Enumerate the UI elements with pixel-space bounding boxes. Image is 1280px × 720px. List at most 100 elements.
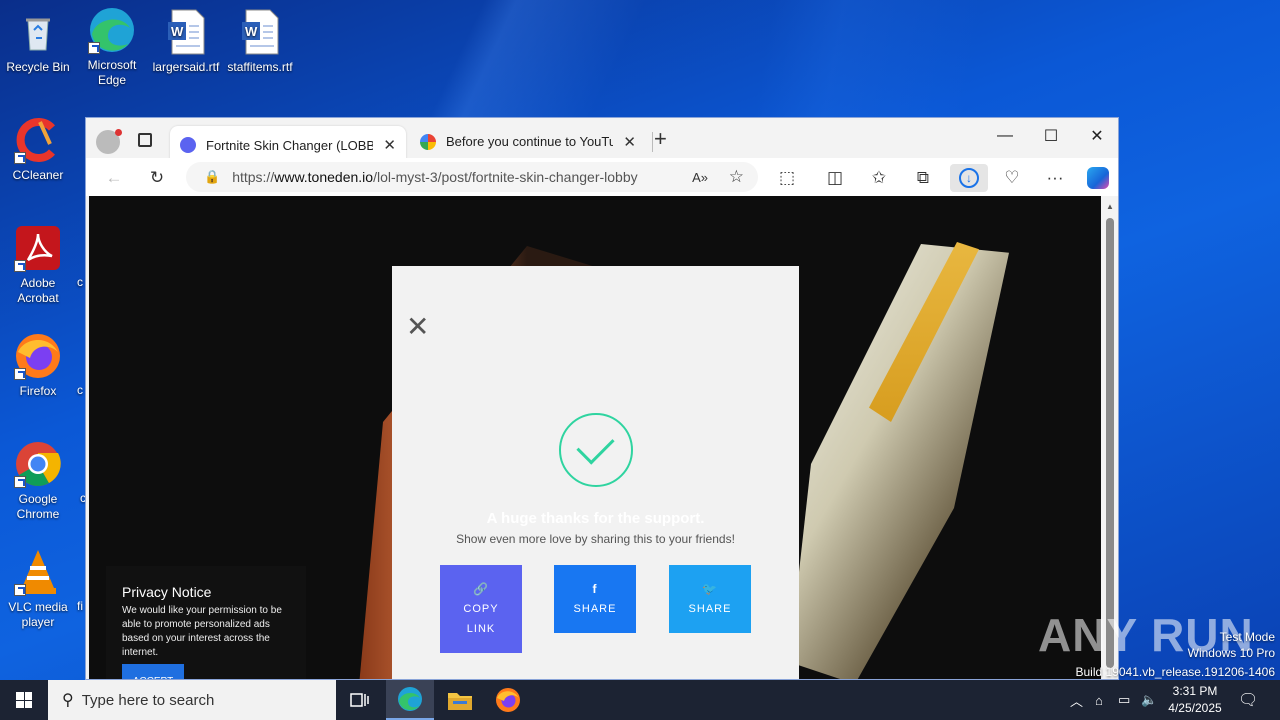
split-screen-icon[interactable]: ◫ (820, 164, 850, 192)
downloads-icon[interactable]: ↓ (950, 164, 988, 192)
icon-label: VLC media player (8, 600, 68, 629)
extensions-icon[interactable]: ⬚ (772, 164, 802, 192)
desktop-icon-firefox[interactable]: Firefox (0, 332, 76, 399)
facebook-icon: f (592, 582, 598, 596)
watermark-line: Build 19041.vb_release.191206-1406 (1075, 665, 1276, 679)
cut-off-label: c (77, 275, 83, 289)
url-path: /lol-myst-3/post/fortnite-skin-changer-l… (373, 169, 638, 185)
new-tab-button[interactable]: + (654, 126, 667, 152)
clock-time: 3:31 PM (1172, 684, 1218, 698)
taskbar: ⚲ Type here to search ︿ ⌂ ▭ 🔈 3:31 PM 4/… (0, 680, 1280, 720)
tab-close-icon[interactable]: ✕ (383, 136, 396, 154)
toneden-favicon-icon (180, 137, 196, 153)
facebook-share-button[interactable]: f SHARE (554, 565, 636, 633)
collections-icon[interactable]: ⧉ (908, 164, 938, 192)
address-bar[interactable]: 🔒 https://www.toneden.io/lol-myst-3/post… (186, 162, 758, 192)
favorites-icon[interactable]: ✩ (864, 164, 894, 192)
back-arrow-icon[interactable]: ← (99, 164, 129, 192)
browser-essentials-icon[interactable]: ♡ (997, 164, 1027, 192)
favorite-star-icon[interactable]: ☆ (729, 167, 744, 187)
url-host: www.toneden.io (274, 169, 374, 185)
icon-label: staffitems.rtf (227, 60, 293, 74)
button-label: SHARE (573, 603, 617, 615)
browser-toolbar: ← ↻ 🔒 https://www.toneden.io/lol-myst-3/… (86, 158, 1118, 196)
checkmark-circle-icon (559, 413, 633, 487)
show-hidden-icons[interactable]: ︿ (1070, 680, 1083, 720)
task-view-button[interactable] (336, 680, 384, 720)
edge-icon (398, 687, 422, 711)
page-content: ✕ A huge thanks for the support. Show ev… (89, 196, 1101, 679)
firefox-icon (496, 688, 520, 712)
read-aloud-icon[interactable]: A» (692, 170, 708, 185)
desktop-icon-chrome[interactable]: Google Chrome (0, 440, 76, 522)
tab-close-icon[interactable]: ✕ (623, 133, 636, 151)
edge-icon (88, 6, 136, 54)
tab-actions-icon[interactable] (138, 133, 152, 147)
accept-button[interactable]: ACCEPT (122, 664, 184, 679)
search-placeholder: Type here to search (81, 691, 215, 709)
privacy-notice: Privacy Notice We would like your permis… (106, 566, 306, 679)
link-icon: 🔗 (473, 582, 489, 596)
desktop-icon-adobe-acrobat[interactable]: Adobe Acrobat (0, 224, 76, 306)
svg-text:W: W (171, 24, 184, 39)
volume-icon[interactable]: 🔈 (1141, 680, 1157, 720)
tab-title: Fortnite Skin Changer (LOBBY) by (206, 137, 374, 153)
copy-link-button[interactable]: 🔗 COPY LINK (440, 565, 522, 653)
cut-off-label: c (77, 383, 83, 397)
icon-label: Recycle Bin (6, 60, 70, 74)
browser-window: Fortnite Skin Changer (LOBBY) by ✕ Befor… (85, 117, 1119, 680)
refresh-icon[interactable]: ↻ (142, 164, 172, 192)
icon-label: Google Chrome (16, 492, 60, 521)
icon-label: largersaid.rtf (152, 60, 220, 74)
clock-date: 4/25/2025 (1168, 701, 1222, 715)
desktop-icon-ccleaner[interactable]: CCleaner (0, 116, 76, 183)
desktop-icon-staffitems[interactable]: W staffitems.rtf (222, 8, 298, 75)
modal-close-icon[interactable]: ✕ (406, 310, 429, 343)
ccleaner-icon (14, 116, 62, 164)
taskbar-edge[interactable] (386, 680, 434, 720)
share-modal: ✕ A huge thanks for the support. Show ev… (392, 266, 799, 679)
start-button[interactable] (0, 680, 48, 720)
icon-label: Microsoft Edge (87, 58, 137, 87)
minimize-button[interactable]: — (982, 122, 1028, 150)
thanks-heading: A huge thanks for the support. (486, 510, 705, 527)
network-icon[interactable]: ▭ (1118, 680, 1130, 720)
taskbar-clock[interactable]: 3:31 PM 4/25/2025 (1160, 683, 1230, 717)
firefox-icon (14, 332, 62, 380)
twitter-icon: 🐦 (702, 582, 718, 596)
acrobat-icon (14, 224, 62, 272)
maximize-button[interactable]: ☐ (1028, 122, 1074, 150)
url-prefix: https:// (232, 169, 275, 185)
icon-label: Adobe Acrobat (17, 276, 59, 305)
vlc-icon (14, 548, 62, 596)
google-favicon-icon (420, 133, 436, 150)
search-icon: ⚲ (62, 692, 74, 709)
profile-avatar-icon[interactable] (96, 129, 122, 154)
taskbar-file-explorer[interactable] (436, 680, 484, 720)
privacy-title: Privacy Notice (122, 584, 212, 600)
chrome-icon (14, 440, 62, 488)
scrollbar-thumb[interactable] (1106, 218, 1114, 668)
desktop-icon-largersaid[interactable]: W largersaid.rtf (148, 8, 224, 75)
word-document-icon: W (236, 8, 284, 56)
copilot-icon[interactable] (1083, 164, 1113, 192)
watermark-line: Test Mode (1219, 630, 1275, 644)
lock-icon: 🔒 (204, 169, 221, 184)
desktop-icon-recycle-bin[interactable]: Recycle Bin (0, 8, 76, 75)
windows-logo-icon (16, 692, 32, 708)
task-view-icon (350, 693, 369, 707)
share-subtitle: Show even more love by sharing this to y… (456, 532, 735, 546)
cut-off-label: fi (77, 599, 83, 613)
notifications-icon[interactable]: 🗨 (1238, 680, 1258, 720)
taskbar-firefox[interactable] (484, 680, 532, 720)
twitter-share-button[interactable]: 🐦 SHARE (669, 565, 751, 633)
svg-text:W: W (245, 24, 258, 39)
more-menu-icon[interactable]: ··· (1040, 164, 1070, 192)
close-window-button[interactable]: ✕ (1074, 122, 1118, 150)
desktop-icon-vlc[interactable]: VLC media player (0, 548, 76, 630)
tab-youtube[interactable]: Before you continue to YouTube ✕ (410, 126, 646, 157)
artwork-shape (789, 244, 1009, 679)
taskbar-search-box[interactable]: ⚲ Type here to search (48, 680, 336, 720)
network-vpn-icon[interactable]: ⌂ (1095, 680, 1103, 720)
desktop-icon-edge[interactable]: Microsoft Edge (74, 6, 150, 88)
